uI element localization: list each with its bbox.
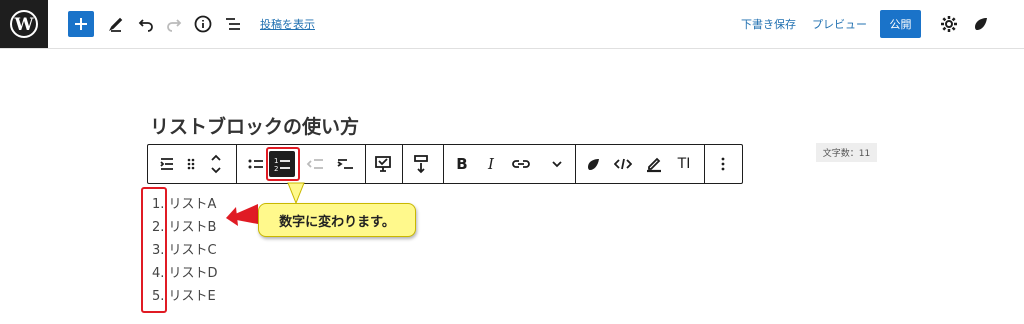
callout-bubble: 数字に変わります。 [258,203,416,237]
red-arrow-head [226,207,238,226]
callout-pointer [287,182,305,205]
annotation-arrows [226,182,305,226]
